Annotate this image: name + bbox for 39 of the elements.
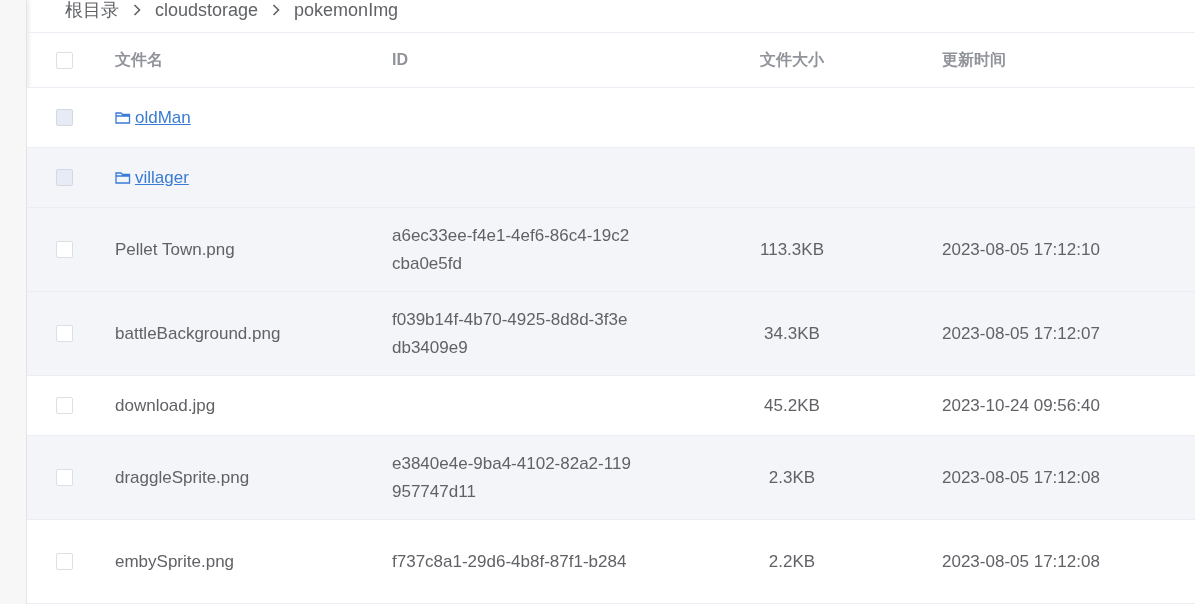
file-size: 2.3KB <box>768 467 816 487</box>
file-size: 113.3KB <box>760 239 824 259</box>
checkbox[interactable] <box>56 241 73 258</box>
file-name: download.jpg <box>115 394 216 417</box>
update-time: 2023-10-24 09:56:40 <box>942 395 1100 415</box>
file-id: e3840e4e-9ba4-4102-82a2-119957747d11 <box>392 452 632 503</box>
breadcrumb-item[interactable]: 根目录 <box>65 0 119 20</box>
checkbox[interactable] <box>56 469 73 486</box>
checkbox[interactable] <box>56 553 73 570</box>
update-time: 2023-08-05 17:12:08 <box>942 467 1100 487</box>
breadcrumb-item[interactable]: pokemonImg <box>294 0 399 20</box>
file-name: Pellet Town.png <box>115 238 235 261</box>
file-id: a6ec33ee-f4e1-4ef6-86c4-19c2cba0e5fd <box>392 224 631 275</box>
chevron-right-icon <box>133 4 141 16</box>
table-row[interactable]: Pellet Town.png a6ec33ee-f4e1-4ef6-86c4-19c2cba0e5fd 113.3KB 2023-08-05 17:12:10 <box>27 208 1195 292</box>
update-time: 2023-08-05 17:12:10 <box>942 239 1100 259</box>
folder-icon <box>115 171 131 184</box>
checkbox[interactable] <box>56 51 73 69</box>
file-size: 34.3KB <box>764 323 820 343</box>
file-id: f039b14f-4b70-4925-8d8d-3f3edb3409e9 <box>392 308 629 359</box>
folder-icon <box>115 111 131 124</box>
chevron-right-icon <box>272 4 281 16</box>
table-row[interactable]: draggleSprite.png e3840e4e-9ba4-4102-82a2-119957747d11 2.3KB 2023-08-05 17:12:08 <box>27 436 1195 520</box>
update-time: 2023-08-05 17:12:08 <box>942 551 1100 571</box>
file-name: embySprite.png <box>115 550 235 573</box>
breadcrumb-item[interactable]: cloudstorage <box>155 0 259 20</box>
file-id: f737c8a1-29d6-4b8f-87f1-b284 <box>392 550 628 573</box>
file-size: 2.2KB <box>768 551 816 571</box>
update-time: 2023-08-05 17:12:07 <box>942 323 1100 343</box>
file-name: draggleSprite.png <box>115 466 250 489</box>
column-header: ID <box>392 50 408 70</box>
column-header: 文件大小 <box>760 50 824 70</box>
file-size: 45.2KB <box>764 395 820 415</box>
checkbox[interactable] <box>56 325 73 342</box>
table-row[interactable]: battleBackground.png f039b14f-4b70-4925-8d8d-3f3edb3409e9 34.3KB 2023-08-05 17:12:07 <box>27 292 1195 376</box>
column-header: 更新时间 <box>942 50 1006 70</box>
checkbox[interactable] <box>56 397 73 414</box>
file-name: battleBackground.png <box>115 322 281 345</box>
column-header: 文件名 <box>115 50 163 70</box>
